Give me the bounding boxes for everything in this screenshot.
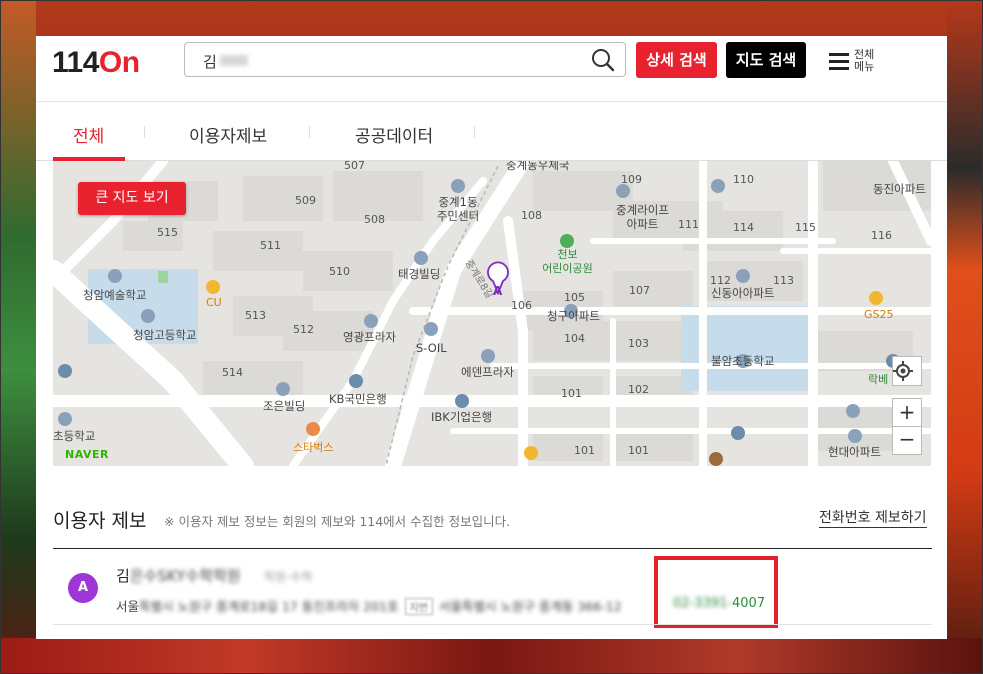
- map-label: 104: [564, 332, 585, 345]
- map-label: 107: [629, 284, 650, 297]
- background-photo-right: [947, 0, 983, 674]
- phone-highlight-box: [654, 556, 778, 628]
- map-label: 115: [795, 221, 816, 234]
- user-reports-note: ※ 이용자 제보 정보는 회원의 제보와 114에서 수집한 정보입니다.: [164, 514, 511, 529]
- map-poi-cu: CU: [206, 296, 222, 309]
- address-prefix: 서울: [116, 599, 140, 614]
- map-label: 510: [329, 265, 350, 278]
- zoom-out-button[interactable]: −: [892, 426, 922, 455]
- map-poi-cheongam-high-school: 청암고등학교: [133, 328, 197, 342]
- section-divider: [53, 548, 932, 549]
- search-icon[interactable]: [591, 48, 615, 72]
- address-blurred: 특별시 노원구 중계로18길 17 동진프라자 201호: [139, 599, 399, 614]
- map-poi-joeun-building: 조은빌딩: [263, 399, 306, 413]
- big-map-button[interactable]: 큰 지도 보기: [78, 182, 186, 215]
- map-poi-hyundai-apartment: 현대아파트: [828, 445, 881, 459]
- report-phone-link[interactable]: 전화번호 제보하기: [819, 507, 927, 528]
- result-category: 학원-수학: [264, 570, 313, 584]
- map-label: 106: [511, 299, 532, 312]
- map-label: 511: [260, 239, 281, 252]
- map-poi-kb-bank: KB국민은행: [329, 392, 387, 406]
- address-lot-tag: 지번: [404, 598, 433, 615]
- map-label: 101: [574, 444, 595, 457]
- map-poi-eden-plaza: 에덴프라자: [461, 365, 514, 379]
- map-poi-cheonggu-apartment: 청구아파트: [547, 309, 600, 323]
- all-menu-label: 전체 메뉴: [854, 48, 875, 73]
- map-label: 110: [733, 173, 754, 186]
- logo-on: On: [98, 46, 140, 79]
- background-photo-bottom: [0, 638, 983, 674]
- map-label: 513: [245, 309, 266, 322]
- map-poi-life-apartment: 중계라이프 아파트: [616, 203, 669, 231]
- tab-public-data[interactable]: 공공데이터: [355, 122, 433, 162]
- map-poi-taegyeong-building: 태경빌딩: [398, 267, 441, 281]
- background-photo-left: [0, 0, 36, 674]
- tab-separator: [474, 126, 475, 138]
- map-poi-post-office: 중계동우체국: [506, 161, 570, 172]
- hamburger-icon: [829, 53, 849, 71]
- zoom-in-button[interactable]: +: [892, 398, 922, 427]
- map-label: 108: [521, 209, 542, 222]
- header-divider: [36, 101, 947, 102]
- result-name-blurred: 은수SKY수학학원: [129, 567, 241, 585]
- map-label: 105: [564, 291, 585, 304]
- avatar: A: [68, 573, 98, 603]
- row-divider: [53, 624, 932, 625]
- tab-separator: [144, 126, 145, 138]
- map-poi-cheonbo-park: 천보 어린이공원: [542, 248, 593, 275]
- map-poi-s-oil: S-OIL: [416, 341, 447, 355]
- map-label: 109: [621, 173, 642, 186]
- map-poi-community-center: 중계1동 주민센터: [436, 195, 480, 223]
- tab-user-reports[interactable]: 이용자제보: [189, 122, 267, 162]
- map-view[interactable]: A 507 509 508 515 511 510 513 512 514 10…: [53, 161, 931, 466]
- result-name-prefix: 김: [116, 567, 130, 585]
- map-label: 514: [222, 366, 243, 379]
- map-poi-partial: 락베: [868, 373, 889, 386]
- search-text-mask: [220, 55, 248, 66]
- search-box[interactable]: [184, 42, 626, 77]
- map-label: 507: [344, 161, 365, 172]
- logo-number: 114: [52, 46, 99, 79]
- map-label: 113: [773, 274, 794, 287]
- search-input[interactable]: [201, 49, 585, 73]
- map-label: 114: [733, 221, 754, 234]
- result-name[interactable]: 김은수SKY수학학원: [116, 565, 241, 586]
- map-poi-starbucks: 스타벅스: [293, 441, 334, 454]
- map-label: 103: [628, 337, 649, 350]
- map-poi-buram-elementary: 불암초등학교: [711, 354, 775, 368]
- current-location-button[interactable]: [892, 356, 922, 386]
- map-label: 512: [293, 323, 314, 336]
- all-menu-button[interactable]: 전체 메뉴: [829, 46, 889, 80]
- crosshair-icon: [893, 361, 913, 381]
- naver-logo: NAVER: [65, 448, 109, 461]
- map-label: 515: [157, 226, 178, 239]
- logo-114on[interactable]: 114On: [52, 46, 140, 80]
- map-poi-ibk-bank: IBK기업은행: [431, 410, 493, 424]
- tab-separator: [309, 126, 310, 138]
- detail-search-button[interactable]: 상세 검색: [636, 42, 717, 78]
- map-poi-elementary-school: 초등학교: [53, 429, 96, 443]
- tab-all[interactable]: 전체: [73, 122, 104, 162]
- result-address: 서울특별시 노원구 중계로18길 17 동진프라자 201호 지번 서울특별시 노원…: [116, 596, 622, 615]
- map-label: 101: [628, 444, 649, 457]
- map-label: 101: [561, 387, 582, 400]
- map-poi-dongjin-apartment: 동진아파트: [873, 182, 926, 196]
- map-search-button[interactable]: 지도 검색: [726, 42, 806, 78]
- search-results-panel: 114On 상세 검색 지도 검색 전체 메뉴 전체 이용자제보 공공데이터: [36, 36, 947, 639]
- map-label: 111: [678, 218, 699, 231]
- map-label: 116: [871, 229, 892, 242]
- address-lot-blurred: 서울특별시 노원구 중계동 366-12: [438, 599, 622, 614]
- map-poi-cheongam-art-school: 청암예술학교: [83, 288, 147, 302]
- map-poi-sindonga-apartment: 신동아아파트: [711, 286, 775, 300]
- map-label: 509: [295, 194, 316, 207]
- map-poi-younggwang-plaza: 영광프라자: [343, 330, 396, 344]
- map-label: 102: [628, 383, 649, 396]
- map-poi-gs25: GS25: [864, 308, 894, 321]
- user-reports-title: 이용자 제보: [53, 510, 147, 532]
- map-label: 508: [364, 213, 385, 226]
